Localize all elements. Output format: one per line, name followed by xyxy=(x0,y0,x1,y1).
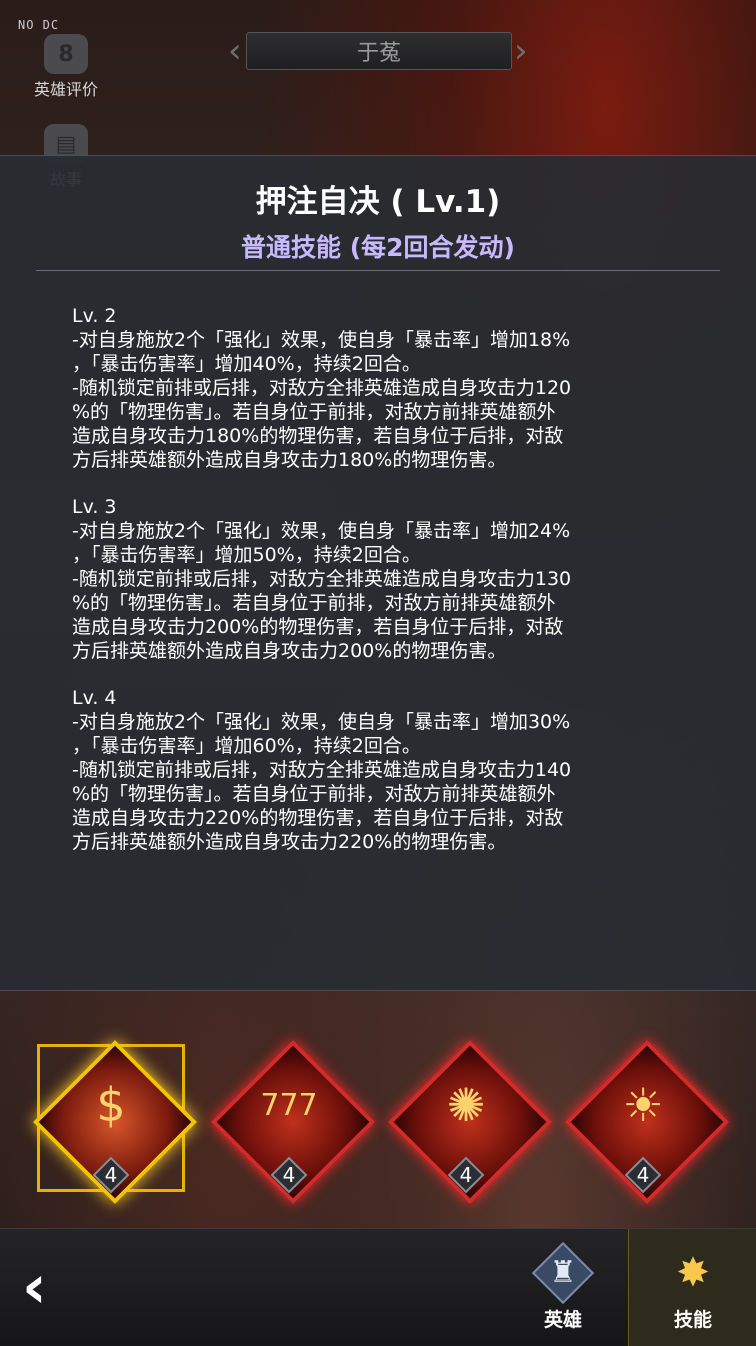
helmet-icon: ♜ xyxy=(531,1241,595,1305)
tiger-face-icon: ☀ xyxy=(622,1078,664,1132)
skill-level-value: 4 xyxy=(459,1163,473,1187)
next-hero-arrow-icon[interactable]: › xyxy=(514,30,530,72)
hero-tab-label: 英雄 xyxy=(543,1309,582,1331)
skill-level-badge: 4 xyxy=(447,1156,485,1194)
skill-star-icon: ✸ xyxy=(676,1250,710,1296)
level-heading: Lv. 3 xyxy=(72,496,117,518)
description-line: 造成自身攻击力180%的物理伤害，若自身位于后排，对敌 xyxy=(72,425,564,447)
skill-level-value: 4 xyxy=(104,1163,118,1187)
description-line: 方后排英雄额外造成自身攻击力220%的物理伤害。 xyxy=(72,831,507,853)
skill-selector: $ 4 777 4 ✺ 4 ☀ 4 xyxy=(0,1039,756,1210)
chat-bubble-icon: 8 xyxy=(44,34,88,74)
hero-name-banner: ‹ 于菟 › xyxy=(228,28,530,74)
bottom-nav-bar: ‹ ♜ 英雄 ✸ 技能 xyxy=(0,1228,756,1346)
divider xyxy=(36,270,720,271)
skill-title: 押注自决 ( Lv.1) xyxy=(255,184,501,220)
description-line: ，「暴击伤害率」增加40%，持续2回合。 xyxy=(72,353,421,375)
skill-subtitle: 普通技能 (每2回合发动) xyxy=(241,233,515,262)
skill-detail-panel: 押注自决 ( Lv.1) 普通技能 (每2回合发动) Lv. 2 -对自身施放2… xyxy=(0,155,756,991)
description-line: -对自身施放2个「强化」效果，使自身「暴击率」增加18% xyxy=(72,329,571,351)
level-heading: Lv. 4 xyxy=(72,687,117,709)
skill-slot-slot-machine[interactable]: 777 4 xyxy=(210,1039,376,1205)
slot-machine-icon: 777 xyxy=(260,1088,318,1123)
description-line: 造成自身攻击力200%的物理伤害，若自身位于后排，对敌 xyxy=(72,616,564,638)
level-block: Lv. 4 -对自身施放2个「强化」效果，使自身「暴击率」增加30% ，「暴击伤… xyxy=(72,686,692,854)
whisk-bowl-icon: ✺ xyxy=(446,1078,486,1132)
skill-level-badge: 4 xyxy=(624,1156,662,1194)
level-block: Lv. 3 -对自身施放2个「强化」效果，使自身「暴击率」增加24% ，「暴击伤… xyxy=(72,495,692,663)
level-heading: Lv. 2 xyxy=(72,305,117,327)
description-line: -对自身施放2个「强化」效果，使自身「暴击率」增加24% xyxy=(72,520,571,542)
skill-level-value: 4 xyxy=(282,1163,296,1187)
skill-description: Lv. 2 -对自身施放2个「强化」效果，使自身「暴击率」增加18% ，「暴击伤… xyxy=(72,304,692,877)
skill-slot-tiger[interactable]: ☀ 4 xyxy=(564,1039,730,1205)
description-line: %的「物理伤害」。若自身位于前排，对敌方前排英雄额外 xyxy=(72,592,556,614)
back-arrow-icon[interactable]: ‹ xyxy=(22,1257,72,1317)
debug-tag: NO DC xyxy=(18,18,60,32)
description-line: %的「物理伤害」。若自身位于前排，对敌方前排英雄额外 xyxy=(72,401,556,423)
skill-slot-whisk-bowl[interactable]: ✺ 4 xyxy=(387,1039,553,1205)
prev-hero-arrow-icon[interactable]: ‹ xyxy=(228,30,244,72)
description-line: -随机锁定前排或后排，对敌方全排英雄造成自身攻击力130 xyxy=(72,568,572,590)
description-line: 方后排英雄额外造成自身攻击力200%的物理伤害。 xyxy=(72,640,507,662)
description-line: %的「物理伤害」。若自身位于前排，对敌方前排英雄额外 xyxy=(72,783,556,805)
hero-tab-button[interactable]: ♜ 英雄 xyxy=(499,1229,627,1346)
description-line: 造成自身攻击力220%的物理伤害，若自身位于后排，对敌 xyxy=(72,807,564,829)
hero-name: 于菟 xyxy=(246,32,512,70)
description-line: ，「暴击伤害率」增加60%，持续2回合。 xyxy=(72,735,421,757)
level-block: Lv. 2 -对自身施放2个「强化」效果，使自身「暴击率」增加18% ，「暴击伤… xyxy=(72,304,692,472)
skill-slot-coins[interactable]: $ 4 xyxy=(32,1039,198,1205)
description-line: ，「暴击伤害率」增加50%，持续2回合。 xyxy=(72,544,421,566)
skill-level-badge: 4 xyxy=(270,1156,308,1194)
hero-review-button[interactable]: 8 英雄评价 xyxy=(26,34,106,100)
description-line: -随机锁定前排或后排，对敌方全排英雄造成自身攻击力140 xyxy=(72,759,572,781)
hero-review-label: 英雄评价 xyxy=(33,80,98,99)
description-line: -对自身施放2个「强化」效果，使自身「暴击率」增加30% xyxy=(72,711,571,733)
skill-level-badge: 4 xyxy=(92,1156,130,1194)
description-line: 方后排英雄额外造成自身攻击力180%的物理伤害。 xyxy=(72,449,507,471)
coins-icon: $ xyxy=(96,1078,126,1132)
skill-tab-label: 技能 xyxy=(673,1309,712,1331)
skill-tab-button[interactable]: ✸ 技能 xyxy=(628,1229,756,1346)
description-line: -随机锁定前排或后排，对敌方全排英雄造成自身攻击力120 xyxy=(72,377,572,399)
skill-level-value: 4 xyxy=(636,1163,650,1187)
